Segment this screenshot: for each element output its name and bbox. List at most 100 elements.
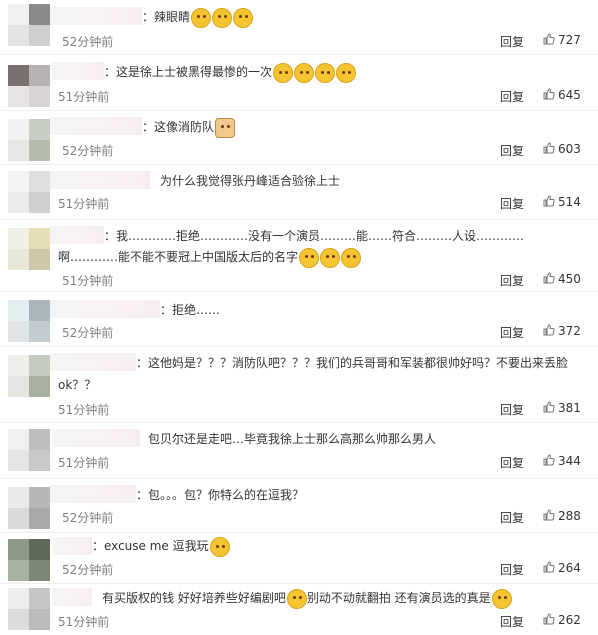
comment-item: ：辣眼睛 52分钟前 回复 727 bbox=[0, 0, 598, 55]
like-button[interactable]: 381 bbox=[543, 401, 581, 415]
reply-button[interactable]: 回复 bbox=[500, 613, 524, 630]
username[interactable] bbox=[50, 226, 104, 244]
avatar[interactable] bbox=[8, 119, 50, 161]
smile-emoji-icon bbox=[212, 8, 233, 28]
thumbs-up-icon bbox=[543, 195, 555, 207]
like-count: 727 bbox=[558, 33, 581, 47]
timestamp: 52分钟前 bbox=[62, 144, 114, 158]
like-button[interactable]: 264 bbox=[543, 561, 581, 575]
thumbs-up-icon bbox=[543, 561, 555, 573]
reply-button[interactable]: 回复 bbox=[500, 561, 524, 578]
like-count: 645 bbox=[558, 88, 581, 102]
like-button[interactable]: 514 bbox=[543, 195, 581, 209]
reply-button[interactable]: 回复 bbox=[500, 401, 524, 418]
like-button[interactable]: 288 bbox=[543, 509, 581, 523]
smile-emoji-icon bbox=[209, 537, 230, 557]
comment-text: ：包。。。包？你特么的在逗我？ bbox=[136, 488, 305, 502]
emoji-group bbox=[286, 588, 307, 610]
username[interactable] bbox=[50, 171, 150, 189]
username[interactable] bbox=[52, 588, 92, 606]
reply-button[interactable]: 回复 bbox=[500, 324, 524, 341]
comment-text: ：拒绝…… bbox=[160, 303, 221, 317]
smile-emoji-icon bbox=[233, 8, 254, 28]
reply-button[interactable]: 回复 bbox=[500, 454, 524, 471]
like-button[interactable]: 727 bbox=[543, 33, 581, 47]
comment-text: ：这像消防队 bbox=[142, 116, 236, 139]
username[interactable] bbox=[50, 353, 136, 371]
thumbs-up-icon bbox=[543, 401, 555, 413]
username[interactable] bbox=[52, 62, 104, 80]
comment-text: 包贝尔还是走吧…毕竟我徐上士那么高那么帅那么男人 bbox=[148, 432, 437, 446]
reply-button[interactable]: 回复 bbox=[500, 142, 524, 159]
like-button[interactable]: 645 bbox=[543, 88, 581, 102]
timestamp: 52分钟前 bbox=[62, 326, 114, 340]
timestamp: 51分钟前 bbox=[58, 197, 110, 211]
like-button[interactable]: 450 bbox=[543, 272, 581, 286]
emoji-group bbox=[209, 536, 230, 558]
smile-emoji-icon bbox=[286, 589, 307, 609]
like-button[interactable]: 372 bbox=[543, 324, 581, 338]
avatar[interactable] bbox=[8, 300, 50, 342]
comment-item: ：这他妈是？？？消防队吧？？？我们的兵哥哥和军装都很帅好吗？不要出来丢脸 ok？… bbox=[0, 347, 598, 423]
avatar[interactable] bbox=[8, 228, 50, 270]
like-count: 450 bbox=[558, 272, 581, 286]
like-button[interactable]: 262 bbox=[543, 613, 581, 627]
reply-button[interactable]: 回复 bbox=[500, 195, 524, 212]
smile-emoji-icon bbox=[191, 8, 212, 28]
avatar[interactable] bbox=[8, 429, 50, 471]
username[interactable] bbox=[50, 300, 160, 318]
reply-button[interactable]: 回复 bbox=[500, 33, 524, 50]
avatar[interactable] bbox=[8, 588, 50, 630]
timestamp: 52分钟前 bbox=[62, 563, 114, 577]
username[interactable] bbox=[50, 117, 142, 135]
smile-emoji-icon bbox=[320, 248, 341, 268]
comment-text-line2: ok？？ bbox=[58, 378, 97, 392]
reply-button[interactable]: 回复 bbox=[500, 88, 524, 105]
avatar[interactable] bbox=[8, 4, 50, 46]
emoji-group bbox=[491, 588, 512, 610]
comment-item: ：拒绝…… 52分钟前 回复 372 bbox=[0, 292, 598, 347]
avatar[interactable] bbox=[8, 487, 50, 529]
username[interactable] bbox=[50, 7, 142, 25]
username[interactable] bbox=[50, 485, 136, 503]
comment-item: 包贝尔还是走吧…毕竟我徐上士那么高那么帅那么男人 51分钟前 回复 344 bbox=[0, 423, 598, 479]
emoji-group bbox=[272, 62, 357, 84]
comment-text: ：excuse me 逗我玩 bbox=[92, 535, 230, 558]
comment-text: ：这他妈是？？？消防队吧？？？我们的兵哥哥和军装都很帅好吗？不要出来丢脸 bbox=[136, 356, 569, 370]
thumbs-up-icon bbox=[543, 509, 555, 521]
comment-list: ：辣眼睛 52分钟前 回复 727 ：这是徐上士被黑得最惨的一次 51分钟前 回… bbox=[0, 0, 598, 635]
smile-emoji-icon bbox=[294, 63, 315, 83]
smile-emoji-icon bbox=[273, 63, 294, 83]
username[interactable] bbox=[52, 537, 92, 555]
smile-emoji-icon bbox=[491, 589, 512, 609]
thumbs-up-icon bbox=[543, 324, 555, 336]
smile-emoji-icon bbox=[336, 63, 357, 83]
like-count: 264 bbox=[558, 561, 581, 575]
timestamp: 51分钟前 bbox=[58, 403, 110, 417]
reply-button[interactable]: 回复 bbox=[500, 272, 524, 289]
reply-button[interactable]: 回复 bbox=[500, 509, 524, 526]
avatar[interactable] bbox=[8, 539, 50, 581]
emoji-group bbox=[298, 247, 362, 269]
comment-text: ：我…………拒绝…………没有一个演员………能……符合………人设………… bbox=[104, 229, 525, 243]
comment-item: ：excuse me 逗我玩 52分钟前 回复 264 bbox=[0, 533, 598, 584]
like-count: 262 bbox=[558, 613, 581, 627]
emoji-group bbox=[190, 7, 254, 29]
thumbs-up-icon bbox=[543, 454, 555, 466]
timestamp: 51分钟前 bbox=[58, 456, 110, 470]
like-count: 288 bbox=[558, 509, 581, 523]
thumbs-up-icon bbox=[543, 142, 555, 154]
like-count: 514 bbox=[558, 195, 581, 209]
like-button[interactable]: 603 bbox=[543, 142, 581, 156]
avatar[interactable] bbox=[8, 65, 50, 107]
avatar[interactable] bbox=[8, 171, 50, 213]
like-button[interactable]: 344 bbox=[543, 454, 581, 468]
avatar[interactable] bbox=[8, 355, 50, 397]
emoji-group bbox=[214, 117, 236, 139]
username[interactable] bbox=[52, 429, 140, 447]
thumbs-up-icon bbox=[543, 88, 555, 100]
smile-emoji-icon bbox=[315, 63, 336, 83]
comment-item: ：我…………拒绝…………没有一个演员………能……符合………人设………… 啊………… bbox=[0, 220, 598, 292]
doge-emoji-icon bbox=[215, 118, 236, 138]
comment-item: ：这是徐上士被黑得最惨的一次 51分钟前 回复 645 bbox=[0, 55, 598, 111]
